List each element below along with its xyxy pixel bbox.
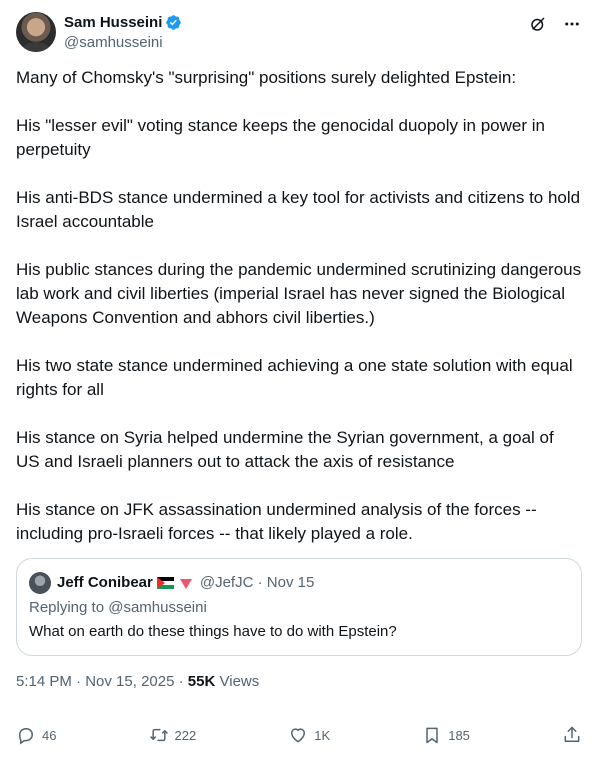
replying-prefix: Replying to xyxy=(29,599,105,616)
tweet-header: Sam Husseini @samhusseini xyxy=(16,12,582,54)
quoted-tweet-text: What on earth do these things have to do… xyxy=(29,623,397,640)
quoted-date[interactable]: Nov 15 xyxy=(267,573,315,593)
grok-icon[interactable] xyxy=(528,14,548,34)
views-label: Views xyxy=(219,673,260,690)
like-count: 1K xyxy=(314,727,331,743)
repost-button[interactable]: 222 xyxy=(149,725,197,745)
author-name-block: Sam Husseini @samhusseini xyxy=(64,13,182,53)
verified-badge-icon xyxy=(166,15,182,30)
palestine-flag-icon xyxy=(156,577,174,589)
quoted-author-avatar[interactable] xyxy=(29,572,51,594)
quoted-author-name[interactable]: Jeff Conibear xyxy=(57,573,153,593)
meta-separator: · xyxy=(76,673,82,690)
tweet-paragraph: His two state stance undermined achievin… xyxy=(16,356,573,399)
share-icon xyxy=(564,726,580,742)
repost-count: 222 xyxy=(174,727,197,743)
tweet-time[interactable]: 5:14 PM xyxy=(16,673,72,690)
repost-icon xyxy=(149,728,168,742)
tweet-text: Many of Chomsky's "surprising" positions… xyxy=(16,66,582,546)
bookmark-count: 185 xyxy=(448,727,470,743)
meta-separator: · xyxy=(178,673,184,690)
quoted-separator: · xyxy=(257,574,263,591)
tweet-date[interactable]: Nov 15, 2025 xyxy=(85,673,174,690)
quoted-author-handle[interactable]: @JefJC xyxy=(200,573,254,593)
share-button[interactable] xyxy=(562,725,582,745)
author-handle[interactable]: @samhusseini xyxy=(64,33,182,53)
header-actions xyxy=(528,14,582,34)
replying-to-handle[interactable]: @samhusseini xyxy=(108,599,207,616)
reply-count: 46 xyxy=(42,727,57,743)
tweet-paragraph: His public stances during the pandemic u… xyxy=(16,260,582,327)
bookmark-icon xyxy=(426,727,438,744)
tweet-paragraph: Many of Chomsky's "surprising" positions… xyxy=(16,68,517,87)
replying-to: Replying to @samhusseini xyxy=(29,598,569,618)
reply-icon xyxy=(18,728,34,745)
quoted-tweet-header: Jeff Conibear @JefJC · Nov 15 xyxy=(29,571,569,595)
tweet-paragraph: His stance on Syria helped undermine the… xyxy=(16,428,554,471)
tweet-paragraph: His stance on JFK assassination undermin… xyxy=(16,500,537,543)
author-display-name-row[interactable]: Sam Husseini xyxy=(64,13,182,32)
author-display-name[interactable]: Sam Husseini xyxy=(64,13,162,32)
views-count[interactable]: 55K xyxy=(188,673,216,690)
more-icon[interactable] xyxy=(562,14,582,34)
watermelon-icon xyxy=(179,579,192,589)
quoted-tweet[interactable]: Jeff Conibear @JefJC · Nov 15 Replying t… xyxy=(16,558,582,656)
like-button[interactable]: 1K xyxy=(288,725,330,745)
tweet-meta: 5:14 PM · Nov 15, 2025 · 55K Views xyxy=(16,672,259,692)
tweet-paragraph: His "lesser evil" voting stance keeps th… xyxy=(16,116,545,159)
author-avatar[interactable] xyxy=(16,12,56,52)
like-icon xyxy=(291,728,306,743)
reply-button[interactable]: 46 xyxy=(16,725,56,745)
bookmark-button[interactable]: 185 xyxy=(422,725,470,745)
tweet-paragraph: His anti-BDS stance undermined a key too… xyxy=(16,188,581,231)
tweet-actions: 46 222 1K 185 xyxy=(16,722,582,748)
